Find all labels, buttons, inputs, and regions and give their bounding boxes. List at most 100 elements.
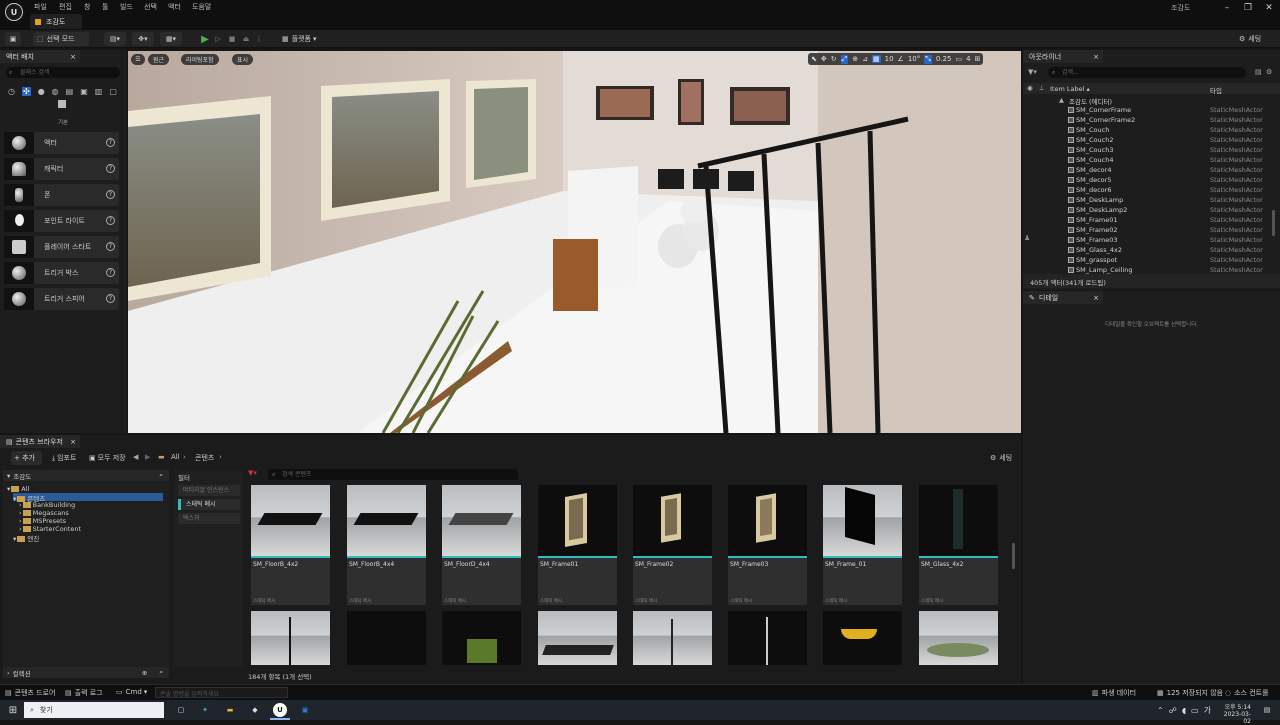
help-icon[interactable]: ?: [106, 268, 115, 277]
outliner-row[interactable]: SM_Couch3 StaticMeshActor: [1023, 146, 1280, 156]
help-icon[interactable]: ?: [106, 216, 115, 225]
clock[interactable]: 오후 5:14 2023-03-02: [1219, 702, 1251, 725]
outliner-row[interactable]: SM_CornerFrame2 StaticMeshActor: [1023, 116, 1280, 126]
help-icon[interactable]: ?: [106, 138, 115, 147]
tab-outliner[interactable]: 아웃라이너 ×: [1023, 50, 1103, 63]
place-item-trigger-sphere[interactable]: 트리거 스피어?: [4, 288, 119, 310]
scale-snap-value[interactable]: 0.25: [936, 55, 952, 63]
outliner-row[interactable]: SM_decor5 StaticMeshActor: [1023, 176, 1280, 186]
outliner-root-row[interactable]: ▲ 조감도 (에디터): [1023, 96, 1280, 106]
pin-icon[interactable]: ⊥: [1039, 84, 1045, 92]
keyboard-icon[interactable]: ▭: [1191, 706, 1199, 715]
folder-tree-item[interactable]: › MSPresets: [19, 517, 66, 525]
place-item-actor[interactable]: 액터?: [4, 132, 119, 154]
rotation-snap-value[interactable]: 10°: [908, 55, 920, 63]
derived-data-button[interactable]: ▥ 파생 데이터: [1092, 688, 1136, 698]
camera-speed-icon[interactable]: ▭: [955, 55, 962, 63]
asset-tile[interactable]: [919, 611, 998, 665]
asset-tile[interactable]: SM_Frame_01 스태틱 메시: [823, 485, 902, 605]
folder-tree-item[interactable]: › StarterContent: [19, 525, 81, 533]
settings-button[interactable]: ⚙ 세팅: [1239, 34, 1261, 44]
help-icon[interactable]: ?: [106, 294, 115, 303]
platform-dropdown[interactable]: ▦ 플랫폼 ▾: [282, 34, 316, 44]
tab-map[interactable]: 조감도: [30, 14, 82, 29]
step-icon[interactable]: ▷: [213, 33, 223, 45]
cb-settings-button[interactable]: ⚙ 세팅: [990, 453, 1012, 463]
help-icon[interactable]: ?: [106, 242, 115, 251]
language-icon[interactable]: 가: [1204, 705, 1211, 716]
photos-icon[interactable]: ▣: [298, 703, 312, 717]
menu-window[interactable]: 창: [84, 2, 90, 12]
menu-select[interactable]: 선택: [144, 2, 157, 12]
menu-file[interactable]: 파일: [34, 2, 47, 12]
show-button[interactable]: 표시: [232, 54, 254, 65]
menu-actor[interactable]: 액터: [168, 2, 181, 12]
eject-icon[interactable]: ⏏: [241, 33, 251, 45]
place-item-player-start[interactable]: 플레이어 스타트?: [4, 236, 119, 258]
cinematic-icon[interactable]: ▤: [66, 87, 74, 96]
play-icon[interactable]: ▶: [199, 33, 211, 45]
asset-tile[interactable]: SM_Frame03 스태틱 메시: [728, 485, 807, 605]
collections-header[interactable]: › 컬렉션 ⊕ ⌕: [3, 667, 169, 678]
sources-header[interactable]: ▾ 조감도 ⌕: [3, 470, 169, 481]
volume-icon[interactable]: ◖: [1182, 706, 1186, 715]
viewport-menu-icon[interactable]: ☰: [131, 54, 145, 65]
scale-snap-icon[interactable]: ⤡: [924, 54, 932, 64]
outliner-row[interactable]: SM_decor6 StaticMeshActor: [1023, 186, 1280, 196]
stop-icon[interactable]: ■: [227, 33, 237, 45]
asset-tile[interactable]: [728, 611, 807, 665]
menu-build[interactable]: 빌드: [120, 2, 133, 12]
close-tab-icon[interactable]: ×: [70, 53, 76, 61]
outliner-row[interactable]: SM_DeskLamp StaticMeshActor: [1023, 196, 1280, 206]
notification-icon[interactable]: ▤: [1260, 703, 1274, 717]
play-options-icon[interactable]: ⋮: [255, 33, 263, 45]
asset-tile[interactable]: [633, 611, 712, 665]
visual-effects-icon[interactable]: ▣: [80, 87, 88, 96]
asset-tile[interactable]: SM_Frame02 스태틱 메시: [633, 485, 712, 605]
tab-place-actors[interactable]: 액터 배치 ×: [0, 50, 80, 63]
geometry-icon[interactable]: [58, 100, 66, 108]
outliner-row[interactable]: SM_Frame03 StaticMeshActor: [1023, 236, 1280, 246]
close-tab-icon[interactable]: ×: [1093, 53, 1099, 61]
tab-details[interactable]: ✎ 디테일 ×: [1023, 291, 1103, 304]
add-collection-icon[interactable]: ⊕: [142, 669, 147, 677]
close-icon[interactable]: ✕: [1259, 3, 1279, 13]
lit-button[interactable]: 라이팅포함: [181, 54, 219, 65]
folder-tree-item[interactable]: ▾ 엔진: [13, 533, 39, 543]
translate-icon[interactable]: ✥: [821, 55, 827, 63]
help-icon[interactable]: ?: [106, 164, 115, 173]
outliner-row[interactable]: SM_Couch2 StaticMeshActor: [1023, 136, 1280, 146]
asset-tile[interactable]: SM_Frame01 스태틱 메시: [538, 485, 617, 605]
settings-gear-icon[interactable]: ⚙: [1266, 68, 1272, 76]
asset-tile[interactable]: SM_Glass_4x2 스태틱 메시: [919, 485, 998, 605]
tab-content-browser[interactable]: ▤ 콘텐츠 브라우저 ×: [0, 435, 80, 448]
add-button[interactable]: + 추가: [11, 451, 42, 465]
all-classes-icon[interactable]: ▢: [109, 87, 117, 96]
minimize-icon[interactable]: –: [1217, 3, 1237, 13]
outliner-row[interactable]: SM_CornerFrame StaticMeshActor: [1023, 106, 1280, 116]
outliner-row[interactable]: SM_Frame01 StaticMeshActor: [1023, 216, 1280, 226]
save-all-button[interactable]: ▣ 모두 저장: [89, 453, 126, 463]
place-item-point-light[interactable]: 포인트 라이트?: [4, 210, 119, 232]
select-mode-icon[interactable]: ⬉: [811, 55, 817, 63]
outliner-row[interactable]: SM_DeskLamp2 StaticMeshActor: [1023, 206, 1280, 216]
console-input[interactable]: 콘솔 명령을 입력하세요: [155, 687, 288, 698]
filter-texture[interactable]: 텍스처: [178, 513, 240, 524]
save-icon[interactable]: ▣: [5, 32, 21, 46]
grid-snap-icon[interactable]: ▦: [871, 55, 881, 63]
menu-tools[interactable]: 툴: [102, 2, 108, 12]
outliner-row[interactable]: SM_decor4 StaticMeshActor: [1023, 166, 1280, 176]
asset-tile[interactable]: [347, 611, 426, 665]
breadcrumb-content[interactable]: 콘텐츠: [195, 453, 214, 463]
folder-tree-item[interactable]: › BankBuilding: [19, 501, 75, 509]
windows-start-icon[interactable]: ⊞: [6, 703, 20, 717]
outliner-row[interactable]: SM_Frame02 StaticMeshActor: [1023, 226, 1280, 236]
outliner-scrollbar[interactable]: [1272, 210, 1275, 236]
asset-tile[interactable]: SM_FloorB_4x2 스태틱 메시: [251, 485, 330, 605]
blueprint-icon[interactable]: ✥▾: [132, 32, 154, 46]
help-icon[interactable]: ?: [106, 190, 115, 199]
taskbar-search[interactable]: ⌕ 찾기: [24, 702, 164, 718]
level-viewport[interactable]: ☰ 원근 라이팅포함 표시 ⬉ ✥ ↻ ⤢ ⊕ ⊿ ▦ 10 ∠ 10° ⤡ 0.25…: [128, 51, 1021, 433]
folder-tree-item[interactable]: ▾ 콘텐츠: [13, 493, 163, 503]
asset-tile[interactable]: [442, 611, 521, 665]
